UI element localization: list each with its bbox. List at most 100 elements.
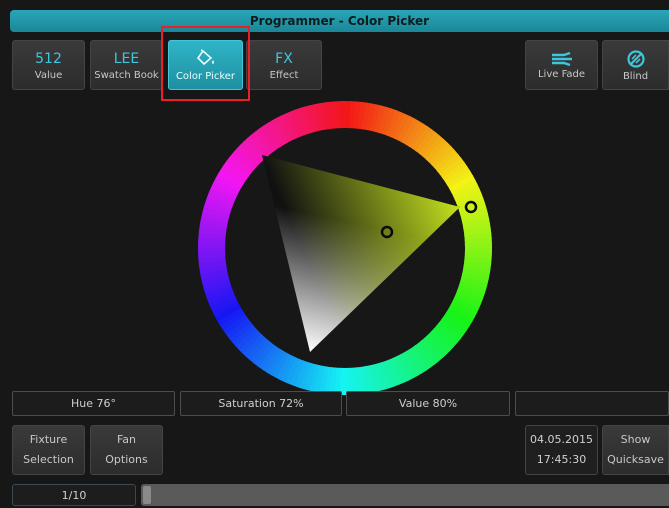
hue-ring-segment <box>322 248 345 396</box>
sv-triangle[interactable] <box>262 155 460 352</box>
hue-ring-segment <box>244 132 345 248</box>
value-button-label: Value <box>34 69 63 81</box>
hue-ring-segment <box>345 143 458 248</box>
hue-ring-segment <box>345 248 483 316</box>
hue-ring-segment <box>345 110 413 249</box>
hue-ring-segment <box>345 101 368 248</box>
hue-ring-segment <box>345 105 398 248</box>
hue-ring-segment <box>345 248 493 276</box>
hue-ring-segment <box>345 248 356 396</box>
hue-ring-segment <box>345 182 483 248</box>
hue-ring-segment <box>229 248 345 349</box>
effect-button[interactable]: FX Effect <box>246 40 322 90</box>
hue-ring-segment <box>345 101 358 248</box>
hue-ring-segment <box>198 215 345 248</box>
hue-ring-segment <box>198 248 345 275</box>
saturation-readout-text: Saturation 72% <box>218 397 304 410</box>
value-button[interactable]: 512 Value <box>12 40 85 90</box>
hue-ring-segment <box>318 101 345 248</box>
hue-ring-segment <box>204 190 345 248</box>
swatch-book-label: Swatch Book <box>94 69 159 81</box>
hue-ring-segment <box>268 248 345 381</box>
hue-ring-segment <box>345 248 464 346</box>
hue-ring-segment <box>329 101 345 248</box>
color-handle[interactable] <box>380 225 394 239</box>
hue-readout: Hue 76° <box>12 391 175 416</box>
date-time-display: 04.05.2015 17:45:30 <box>525 425 598 475</box>
hue-ring-segment <box>345 248 492 286</box>
hue-ring-segment <box>198 220 345 248</box>
hue-ring-segment <box>345 140 454 248</box>
hue-ring-segment <box>345 248 493 271</box>
fixture-selection-button[interactable]: Fixture Selection <box>12 425 85 475</box>
time-text: 17:45:30 <box>536 453 587 466</box>
hue-ring-segment <box>225 248 345 345</box>
hue-ring-segment <box>282 248 345 388</box>
hue-ring-segment <box>345 248 411 386</box>
scrollbar-thumb[interactable] <box>143 486 151 504</box>
hue-ring-segment <box>283 108 345 248</box>
fan-options-line2: Options <box>105 453 148 466</box>
hue-ring-segment <box>345 136 451 248</box>
hue-ring-segment <box>203 248 345 305</box>
hue-ring-segment <box>211 248 345 323</box>
hue-ring-segment <box>240 135 345 248</box>
hue-ring-segment <box>198 225 345 248</box>
hue-ring-segment <box>252 125 345 248</box>
hue-ring-segment <box>345 248 490 296</box>
hue-ring-segment <box>198 248 345 259</box>
hue-ring-segment <box>345 237 493 248</box>
show-quicksave-button[interactable]: Show Quicksave <box>602 425 669 475</box>
hue-ring-segment <box>207 180 345 248</box>
hue-ring-segment <box>200 200 345 248</box>
hue-ring-segment <box>251 248 345 370</box>
page-scrollbar[interactable] <box>141 484 669 506</box>
hue-ring-segment <box>198 248 345 285</box>
hue-ring-segment <box>345 248 425 379</box>
hue-readout-text: Hue 76° <box>70 397 116 410</box>
hue-ring-segment <box>259 248 345 376</box>
hue-handle[interactable] <box>464 200 478 214</box>
hue-ring-segment <box>345 248 387 394</box>
hue-ring-segment <box>287 248 345 389</box>
show-quicksave-line2: Quicksave <box>607 453 664 466</box>
hue-ring-segment <box>217 162 345 248</box>
hue-ring-segment <box>345 242 493 250</box>
hue-ring-segment <box>200 248 345 295</box>
hue-ring-segment <box>298 103 345 249</box>
swatch-book-brand: LEE <box>113 50 140 67</box>
page-indicator[interactable]: 1/10 <box>12 484 136 506</box>
hue-ring-segment <box>297 248 345 393</box>
window-title-bar: Programmer - Color Picker <box>10 10 669 32</box>
swatch-book-button[interactable]: LEE Swatch Book <box>90 40 163 90</box>
hue-ring-segment <box>345 113 417 248</box>
hue-ring-segment <box>345 248 473 334</box>
selection-highlight <box>161 26 250 101</box>
hue-ring-segment <box>345 248 470 338</box>
hue-ring-segment <box>214 248 345 328</box>
hue-ring-segment <box>345 196 489 248</box>
hue-ring-segment <box>201 248 345 300</box>
hue-ring-segment <box>230 146 345 248</box>
hue-ring-segment <box>345 101 363 248</box>
fan-options-button[interactable]: Fan Options <box>90 425 163 475</box>
hue-ring-segment <box>345 103 393 248</box>
hue-ring-segment <box>345 248 475 329</box>
live-fade-button[interactable]: Live Fade <box>525 40 598 90</box>
hue-ring-segment <box>345 101 373 248</box>
hue-ring-segment <box>345 248 407 388</box>
hue-ring-segment <box>345 173 479 248</box>
hue-ring-segment <box>345 206 491 248</box>
empty-readout <box>515 391 669 416</box>
blind-button[interactable]: Blind <box>602 40 669 90</box>
effect-button-label: Effect <box>269 69 299 81</box>
hue-ring-segment <box>345 159 471 248</box>
hue-ring-segment <box>233 142 345 248</box>
hue-ring-segment <box>345 101 383 248</box>
hue-ring-segment <box>345 151 465 248</box>
hue-ring-segment <box>345 123 435 248</box>
hue-ring[interactable] <box>195 98 495 398</box>
hue-ring-segment <box>199 248 345 290</box>
hue-ring-segment <box>345 248 377 396</box>
hue-ring-segment <box>345 248 485 311</box>
